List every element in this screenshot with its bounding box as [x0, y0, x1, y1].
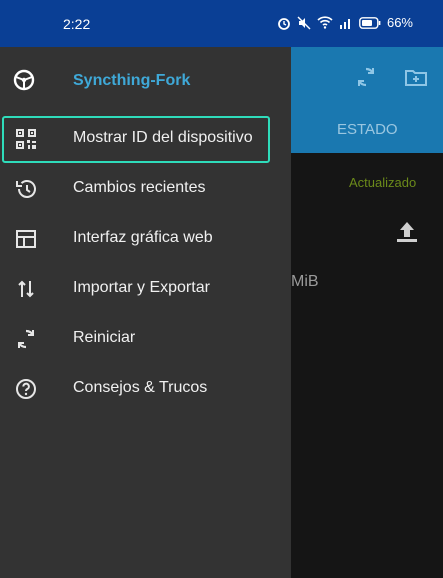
folder-status: Actualizado [349, 175, 417, 190]
menu-item-tips-tricks[interactable]: Consejos & Trucos [0, 364, 291, 414]
drawer-title: Syncthing-Fork [73, 72, 191, 89]
signal-icon [339, 17, 353, 29]
upload-icon [394, 219, 420, 250]
background-app: ESTADO Actualizado MiB [291, 47, 443, 578]
qr-code-icon [14, 127, 38, 151]
menu-item-label: Mostrar ID del dispositivo [73, 129, 253, 146]
menu-item-label: Interfaz gráfica web [73, 229, 213, 246]
menu-item-import-export[interactable]: Importar y Exportar [0, 264, 291, 314]
tab-status[interactable]: ESTADO [337, 121, 398, 138]
battery-percent: 66% [386, 15, 413, 30]
menu-item-label: Importar y Exportar [73, 279, 210, 296]
add-folder-icon[interactable] [404, 65, 428, 89]
size-text: MiB [291, 273, 319, 290]
mute-icon [297, 16, 311, 30]
menu-item-label: Consejos & Trucos [73, 379, 208, 396]
menu-item-restart[interactable]: Reiniciar [0, 314, 291, 364]
app-toolbar [291, 47, 443, 105]
menu-item-recent-changes[interactable]: Cambios recientes [0, 164, 291, 214]
sync-icon[interactable] [354, 65, 378, 89]
syncthing-logo-icon [12, 68, 36, 97]
alarm-icon [277, 16, 291, 30]
status-icons: 66% [277, 15, 413, 30]
app-tabs: ESTADO [291, 105, 443, 153]
wifi-icon [317, 16, 333, 29]
menu-item-web-gui[interactable]: Interfaz gráfica web [0, 214, 291, 264]
web-gui-icon [14, 227, 38, 251]
status-time: 2:22 [63, 16, 91, 32]
battery-icon [359, 16, 381, 29]
help-icon [14, 377, 38, 401]
menu-item-label: Reiniciar [73, 329, 136, 346]
menu-item-label: Cambios recientes [73, 179, 206, 196]
drawer-header: Syncthing-Fork [0, 47, 291, 107]
restart-icon [14, 327, 38, 351]
navigation-drawer: Syncthing-Fork Mostrar ID del dispositiv… [0, 47, 291, 578]
status-bar: 2:22 66% [0, 0, 443, 47]
import-export-icon [14, 277, 38, 301]
menu-item-show-device-id[interactable]: Mostrar ID del dispositivo [0, 114, 291, 164]
history-icon [14, 177, 38, 201]
